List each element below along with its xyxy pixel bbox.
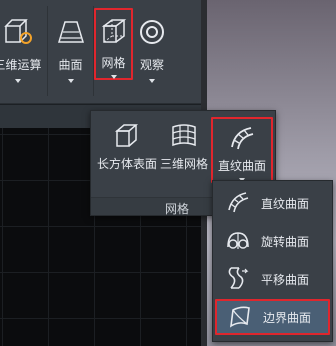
view-icon <box>136 16 168 48</box>
3d-mesh-label: 三维网格 <box>159 157 208 171</box>
ruled-surface-icon <box>227 123 257 153</box>
mesh-button[interactable]: 网格 <box>94 8 133 80</box>
3d-mesh-button[interactable]: 三维网格 <box>159 117 209 172</box>
menu-item-label: 直纹曲面 <box>261 197 310 211</box>
chevron-down-icon <box>149 79 155 83</box>
menu-item-label: 旋转曲面 <box>261 235 310 249</box>
surface-label: 曲面 <box>58 58 83 72</box>
menu-item-edge-surface[interactable]: 边界曲面 <box>215 299 330 335</box>
menu-item-tabulated-surface[interactable]: 平移曲面 <box>215 261 330 297</box>
box-surface-label: 长方体表面 <box>97 157 158 171</box>
box-surface-icon <box>112 121 142 151</box>
ruled-surface-dropdown: 直纹曲面 旋转曲面 平移曲面 边界曲面 <box>212 180 333 342</box>
revolved-surface-icon <box>225 227 251 253</box>
mesh-panel-title: 网格 <box>165 202 190 216</box>
menu-item-label: 边界曲面 <box>263 311 312 325</box>
edge-surface-icon <box>227 304 253 330</box>
chevron-down-icon <box>110 75 117 79</box>
3d-operation-icon <box>2 16 34 48</box>
tabulated-surface-icon <box>225 265 251 291</box>
ruled-surface-button[interactable]: 直纹曲面 <box>211 117 273 183</box>
ruled-surface-label: 直纹曲面 <box>217 159 266 173</box>
3d-operation-label: 三维运算 <box>0 58 42 72</box>
3d-mesh-icon <box>169 121 199 151</box>
mesh-label: 网格 <box>101 56 126 70</box>
3d-operation-button[interactable]: 三维运算 <box>0 6 48 96</box>
chevron-down-icon <box>67 79 74 83</box>
surface-icon <box>55 16 87 48</box>
ribbon-toolbar: 三维运算 曲面 网格 <box>0 0 201 128</box>
box-surface-button[interactable]: 长方体表面 <box>97 117 157 172</box>
mesh-cube-icon <box>98 16 130 48</box>
ruled-surface-icon <box>225 189 251 215</box>
menu-item-label: 平移曲面 <box>261 273 310 287</box>
view-button[interactable]: 观察 <box>134 6 170 96</box>
surface-button[interactable]: 曲面 <box>48 6 94 96</box>
menu-item-ruled-surface[interactable]: 直纹曲面 <box>215 185 330 221</box>
chevron-down-icon <box>14 79 21 83</box>
view-label: 观察 <box>139 58 164 72</box>
menu-item-revolved-surface[interactable]: 旋转曲面 <box>215 223 330 259</box>
